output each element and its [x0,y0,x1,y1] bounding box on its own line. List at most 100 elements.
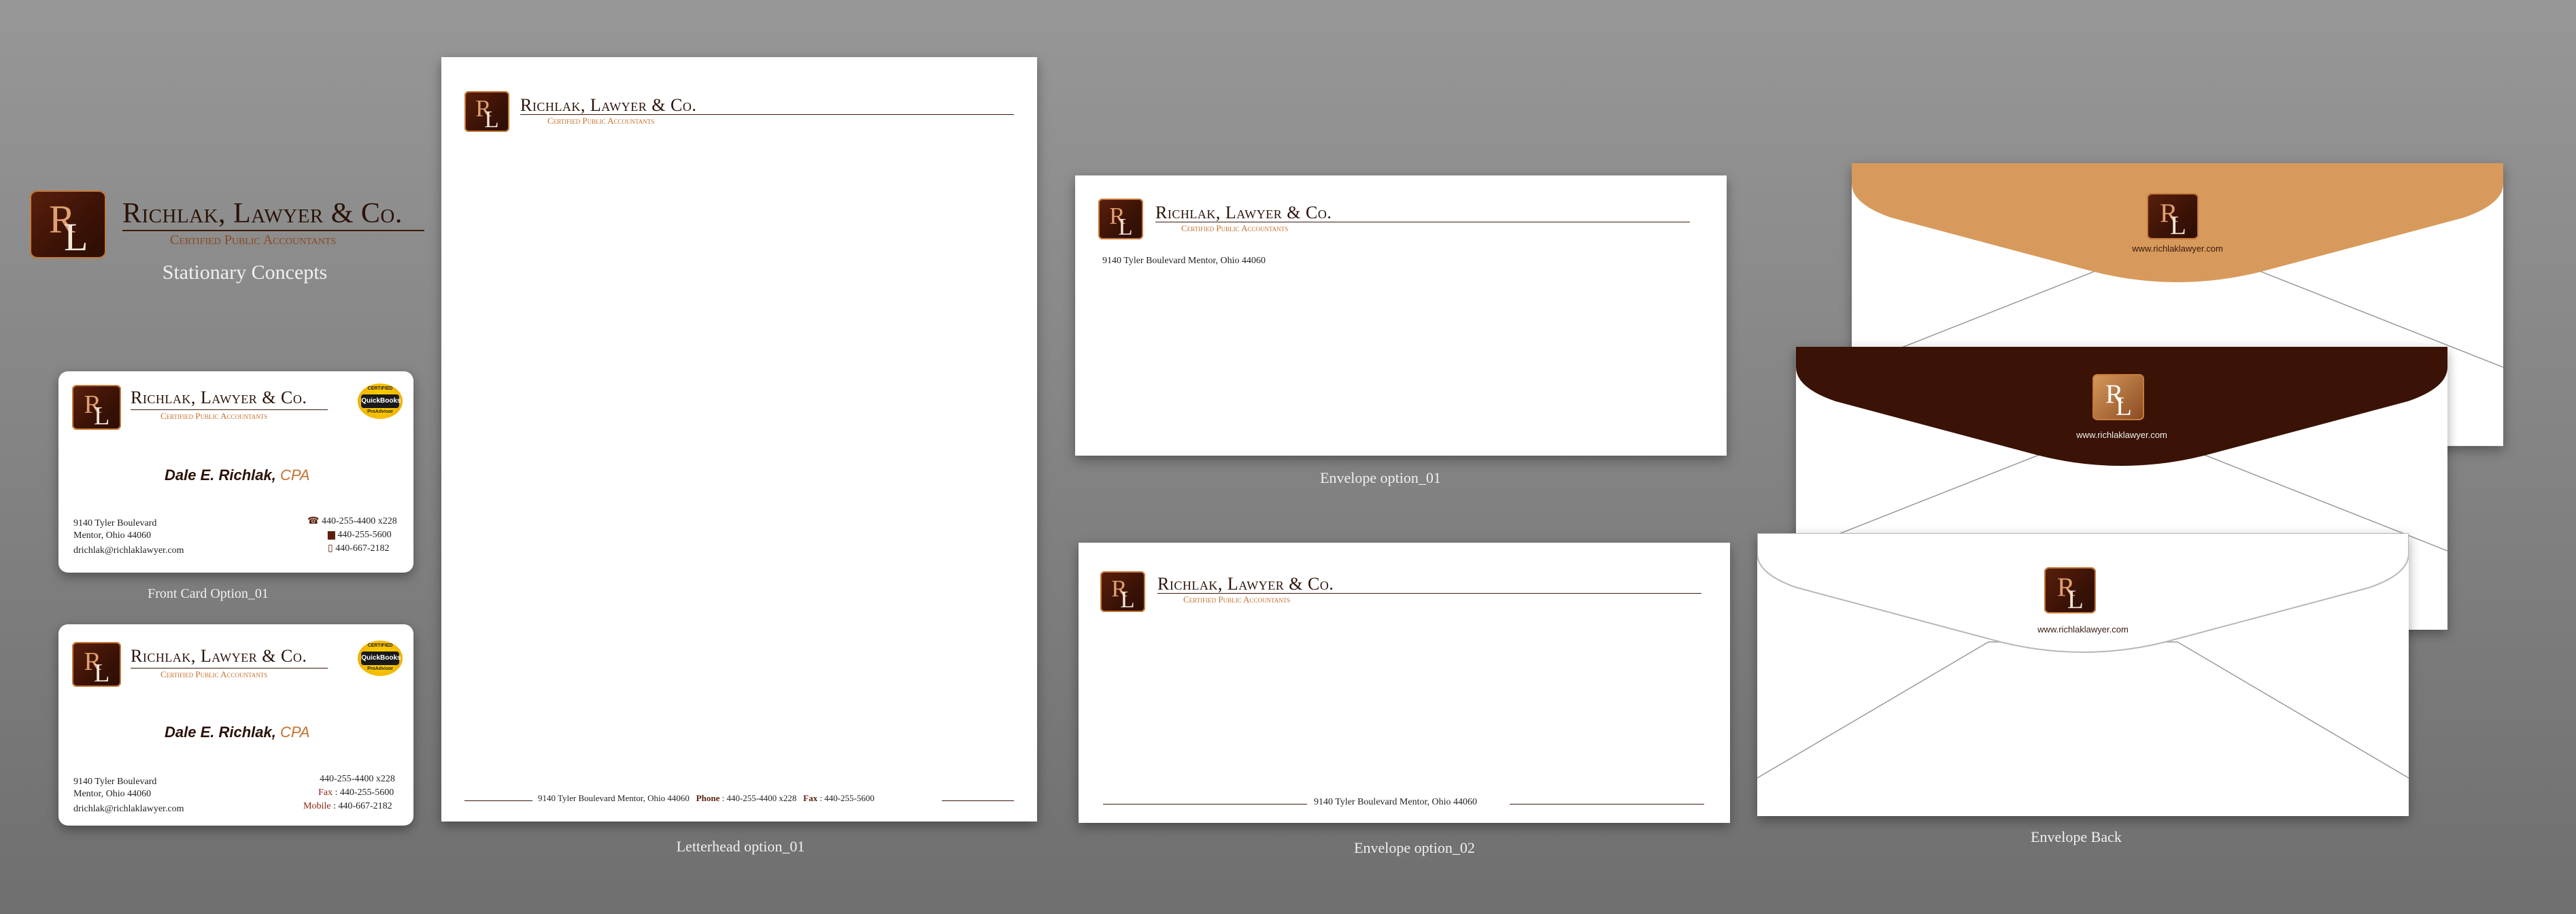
card1-address1: 9140 Tyler Boulevard [73,518,157,528]
envelope2-footer-rule-right [1510,804,1704,805]
svg-text:L: L [2067,584,2084,613]
card2-address2: Mentor, Ohio 44060 [73,789,152,799]
envelope2-footer-address: 9140 Tyler Boulevard Mentor, Ohio 44060 [1314,797,1478,807]
rl-monogram-icon: R L [84,390,110,430]
svg-text:L: L [1120,586,1134,612]
letterhead-caption: Letterhead option_01 [676,838,805,855]
card1-badge-top: CERTIFIED [367,386,393,391]
brand-rule [122,230,424,231]
card1-tagline: Certified Public Accountants [160,411,268,421]
card1-firm-name: Richlak, Lawyer & Co. [131,388,307,407]
card1-mobile: 440-667-2182 [335,543,390,554]
card1-email: drichlak@richlaklawyer.com [73,545,184,556]
envelope2-firm-name: Richlak, Lawyer & Co. [1157,574,1334,594]
rl-monogram-icon: R L [1111,575,1134,612]
envelope1-caption: Envelope option_01 [1320,469,1441,486]
envelope-option-01: R L Richlak, Lawyer & Co. Certified Publ… [1075,175,1727,456]
envelope-back-white: R L www.richlaklawyer.com [1757,533,2409,816]
phone-icon: ☎ [307,516,320,526]
card2-mobile-row: Mobile : 440-667-2182 [303,801,392,811]
envelope1-tagline: Certified Public Accountants [1181,223,1289,233]
card2-fax-row: Fax : 440-255-5600 [318,788,394,798]
envelope-back2-url: www.richlaklawyer.com [2076,430,2167,440]
business-card-1: R L Richlak, Lawyer & Co. Certified Publ… [58,371,413,573]
envelope-back2-logo: R L [2092,374,2144,420]
business-card-2: R L Richlak, Lawyer & Co. Certified Publ… [58,624,413,826]
brand-tagline: Certified Public Accountants [170,233,337,248]
fax-icon: ▆ [328,530,335,540]
card1-phone: 440-255-4400 x228 [321,516,397,526]
letterhead-header-rule [520,114,1014,115]
rl-monogram-icon: R L [49,197,88,258]
envelope1-address: 9140 Tyler Boulevard Mentor, Ohio 44060 [1102,256,1266,266]
envelope-option-02: R L Richlak, Lawyer & Co. Certified Publ… [1079,543,1730,823]
card1-fax: 440-255-5600 [337,530,392,540]
mobile-icon: ▯ [328,543,333,554]
envelope2-footer-rule-left [1103,804,1307,805]
card2-mobile: 440-667-2182 [338,801,392,811]
rl-monogram-icon: R L [2057,572,2084,613]
card2-fax-label: Fax [318,788,333,798]
letterhead-phone-label: Phone [696,793,720,803]
card2-badge-main: QuickBooks [361,651,401,666]
envelope2-logo: R L [1100,571,1145,612]
letterhead-logo: R L [464,91,509,132]
card2-badge-bottom: ProAdvisor [367,666,393,671]
letterhead-fax-label: Fax [803,793,818,803]
svg-text:L: L [94,402,109,430]
card1-caption: Front Card Option_01 [148,586,269,601]
envelope-back-caption: Envelope Back [2031,828,2122,845]
letterhead-tagline: Certified Public Accountants [547,116,655,126]
brand-subtitle: Stationary Concepts [162,261,328,284]
card1-logo: R L [72,385,121,430]
rl-monogram-icon: R L [1109,203,1132,239]
envelope-back3-url: www.richlaklawyer.com [2037,624,2129,634]
card1-address2: Mentor, Ohio 44060 [73,530,152,541]
card2-badge-top: CERTIFIED [367,643,393,648]
rl-monogram-icon: R L [2160,198,2186,239]
card1-fax-row: ▆ 440-255-5600 [328,529,392,541]
svg-text:L: L [2170,210,2186,239]
card2-mobile-label: Mobile [303,801,331,811]
card2-phone: 440-255-4400 x228 [320,774,395,784]
letterhead-footer-rule-right [942,800,1014,801]
svg-text:L: L [94,659,109,687]
card1-rule [131,409,328,410]
card1-badge-bottom: ProAdvisor [367,409,393,414]
svg-text:L: L [2116,391,2132,420]
card2-address1: 9140 Tyler Boulevard [73,777,157,787]
svg-text:L: L [484,106,498,132]
card1-quickbooks-badge: CERTIFIED QuickBooks ProAdvisor [358,384,403,419]
card1-phone-row: ☎ 440-255-4400 x228 [307,515,397,527]
envelope2-rule [1157,593,1701,594]
brand-firm-name: Richlak, Lawyer & Co. [122,198,403,229]
card2-fax: 440-255-5600 [339,788,394,798]
card2-person-title: CPA [279,724,310,741]
svg-text:L: L [1118,214,1132,239]
card1-person-title: CPA [279,467,310,484]
envelope-back3-logo: R L [2044,567,2096,613]
card2-email: drichlak@richlaklawyer.com [73,804,184,814]
card1-person-name: Dale E. Richlak, [165,467,276,484]
svg-text:L: L [64,215,88,258]
card2-logo: R L [72,642,121,687]
card2-tagline: Certified Public Accountants [160,669,268,679]
brand-logo: R L [30,190,106,258]
rl-monogram-icon: R L [475,95,498,132]
card2-person-name: Dale E. Richlak, [165,724,276,741]
letterhead-firm-name: Richlak, Lawyer & Co. [520,95,697,115]
envelope-back1-logo: R L [2147,193,2199,239]
card2-firm-name: Richlak, Lawyer & Co. [131,646,307,666]
letterhead: R L Richlak, Lawyer & Co. Certified Publ… [441,57,1037,822]
letterhead-fax: 440-255-5600 [824,793,875,803]
envelope2-caption: Envelope option_02 [1354,839,1475,856]
card1-badge-main: QuickBooks [361,394,401,409]
rl-monogram-icon: R L [2105,379,2132,420]
envelope1-firm-name: Richlak, Lawyer & Co. [1155,203,1332,222]
card1-mobile-row: ▯ 440-667-2182 [328,543,390,554]
rl-monogram-icon: R L [84,647,110,687]
envelope1-logo: R L [1098,199,1143,239]
letterhead-footer: 9140 Tyler Boulevard Mentor, Ohio 44060 … [538,793,875,803]
letterhead-footer-rule-left [464,800,532,801]
card1-name: Dale E. Richlak, CPA [165,467,310,484]
